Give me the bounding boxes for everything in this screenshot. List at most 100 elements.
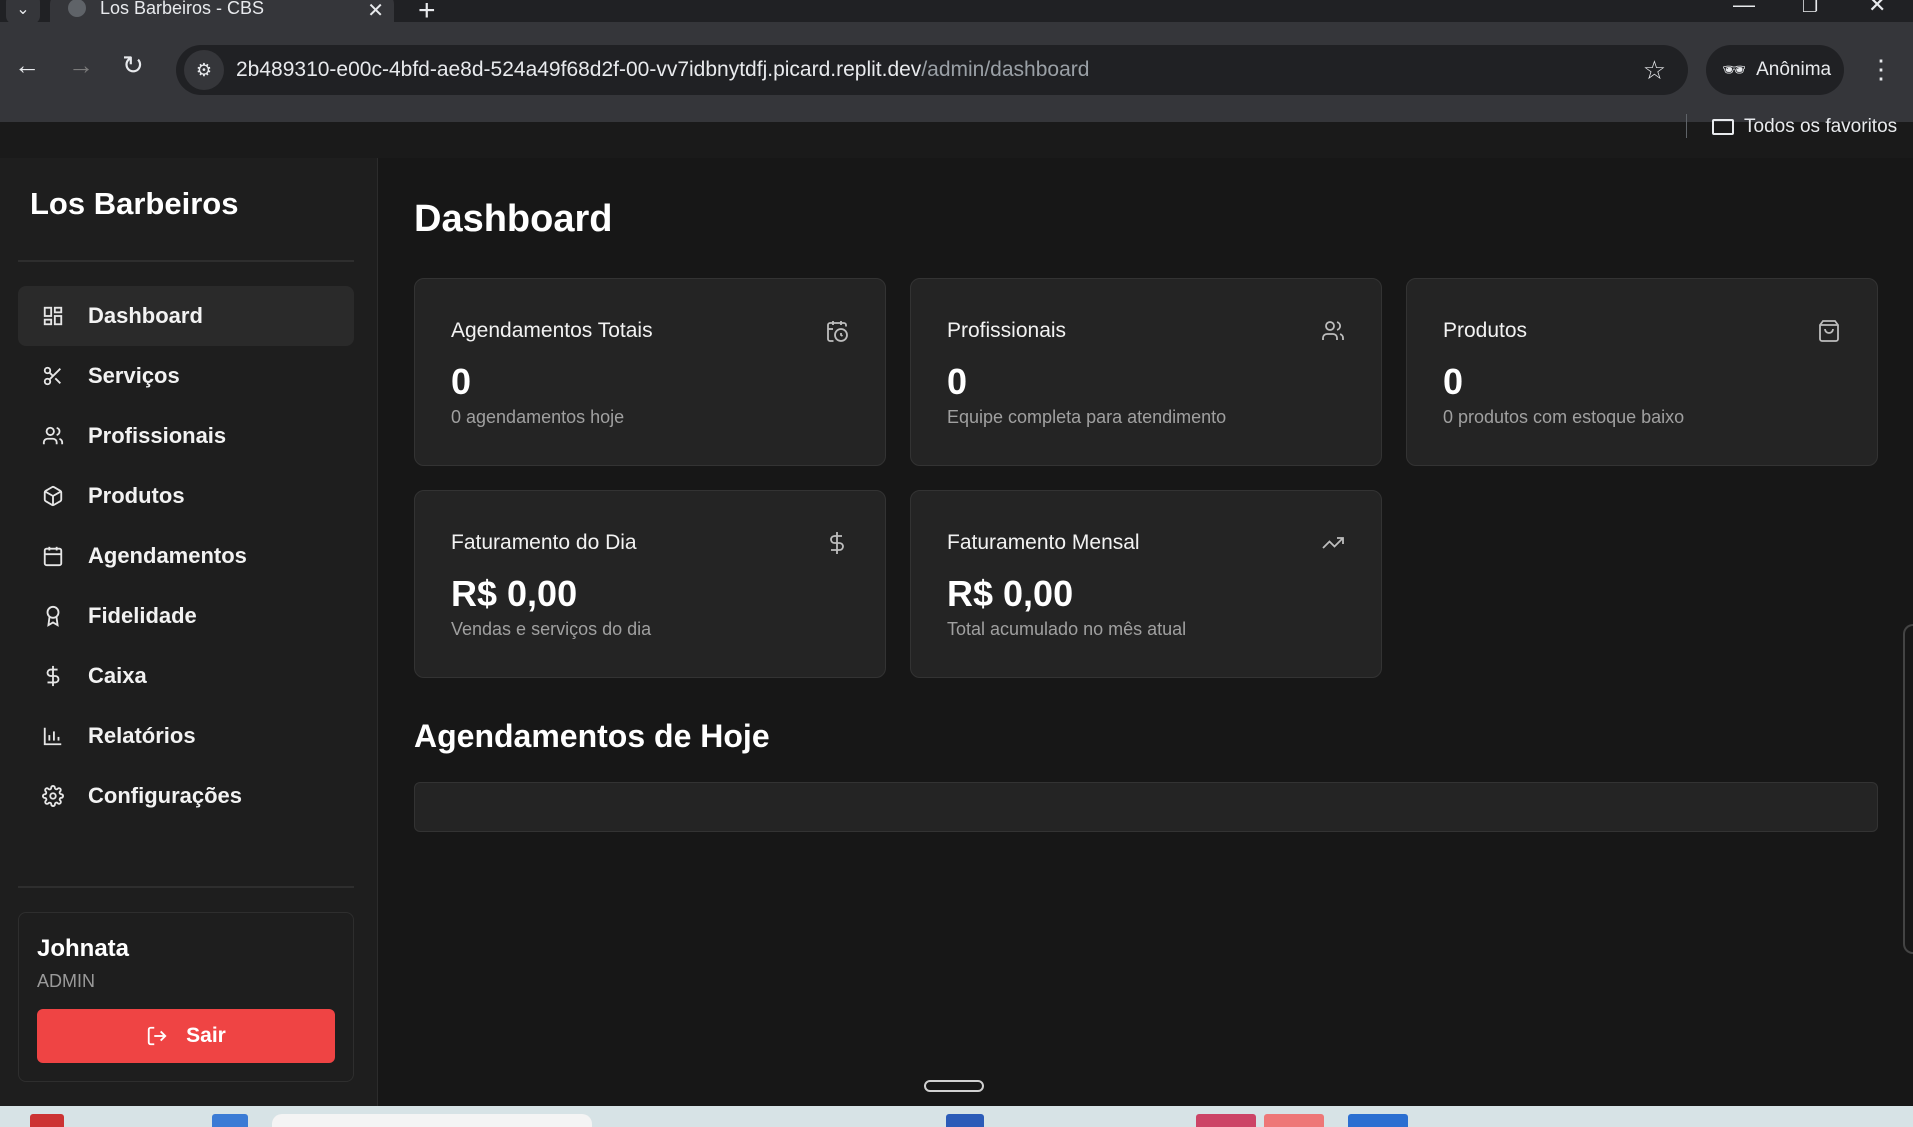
card-subtitle: Equipe completa para atendimento bbox=[947, 407, 1227, 427]
taskbar-app-icon[interactable] bbox=[1348, 1114, 1408, 1127]
profile-label: Anônima bbox=[1756, 59, 1832, 80]
sidebar-item-servicos[interactable]: Serviços bbox=[18, 346, 354, 406]
taskbar-app-icon[interactable] bbox=[1196, 1114, 1256, 1127]
minimize-icon[interactable]: — bbox=[1733, 0, 1755, 18]
close-window-icon[interactable]: ✕ bbox=[1868, 0, 1886, 18]
sidebar-item-label: Dashboard bbox=[88, 303, 203, 328]
sidebar-item-produtos[interactable]: Produtos bbox=[18, 466, 354, 526]
sidebar-item-label: Agendamentos bbox=[88, 543, 247, 568]
card-title: Faturamento do Dia bbox=[451, 531, 637, 554]
card-value: 0 bbox=[1443, 361, 1464, 402]
sidebar-item-relatorios[interactable]: Relatórios bbox=[18, 706, 354, 766]
back-arrow-icon[interactable]: ← bbox=[14, 50, 40, 81]
sidebar-item-configuracoes[interactable]: Configurações bbox=[18, 766, 354, 826]
users-icon bbox=[42, 425, 64, 447]
users-icon bbox=[1321, 319, 1345, 343]
card-title: Profissionais bbox=[947, 319, 1067, 342]
card-subtitle: 0 agendamentos hoje bbox=[451, 407, 625, 427]
stat-card-profissionais: Profissionais 0 Equipe completa para ate… bbox=[910, 278, 1382, 466]
bookmark-separator bbox=[1686, 114, 1687, 138]
sidebar-item-label: Relatórios bbox=[88, 723, 196, 748]
shopping-bag-icon bbox=[1817, 319, 1841, 343]
sidebar-divider bbox=[18, 260, 354, 262]
award-icon bbox=[42, 605, 64, 627]
browser-tabstrip: ⌄ Los Barbeiros - CBS ✕ + — ❐ ✕ bbox=[0, 0, 1913, 27]
card-title: Produtos bbox=[1443, 319, 1528, 342]
user-card: Johnata ADMIN Sair bbox=[18, 912, 354, 1082]
taskbar-app-icon[interactable] bbox=[1264, 1114, 1324, 1127]
stat-card-produtos: Produtos 0 0 produtos com estoque baixo bbox=[1406, 278, 1878, 466]
scrollbar[interactable] bbox=[1903, 624, 1913, 954]
dashboard-grid-icon bbox=[42, 305, 64, 327]
sidebar-item-agendamentos[interactable]: Agendamentos bbox=[18, 526, 354, 586]
package-icon bbox=[42, 485, 64, 507]
sidebar-divider bbox=[18, 886, 354, 888]
todays-appointments-list bbox=[414, 782, 1878, 832]
sidebar-item-label: Caixa bbox=[88, 663, 147, 688]
address-bar[interactable]: ⚙ 2b489310-e00c-4bfd-ae8d-524a49f68d2f-0… bbox=[176, 45, 1688, 95]
card-title: Faturamento Mensal bbox=[947, 531, 1140, 554]
incognito-profile-button[interactable]: 🕶 Anônima bbox=[1706, 45, 1844, 95]
browser-toolbar: ← → ↻ ⚙ 2b489310-e00c-4bfd-ae8d-524a49f6… bbox=[0, 22, 1913, 138]
scissors-icon bbox=[42, 365, 64, 387]
logout-icon bbox=[147, 1026, 167, 1046]
taskbar-app-icon[interactable] bbox=[946, 1114, 984, 1127]
sidebar-item-profissionais[interactable]: Profissionais bbox=[18, 406, 354, 466]
dollar-icon bbox=[825, 531, 849, 555]
folder-icon bbox=[1712, 119, 1734, 135]
sidebar-nav: Dashboard Serviços Profissionais Produto… bbox=[18, 286, 354, 826]
section-title: Agendamentos de Hoje bbox=[414, 718, 770, 754]
sidebar: Los Barbeiros Dashboard Serviços Profiss… bbox=[0, 158, 378, 1106]
trending-up-icon bbox=[1321, 531, 1345, 555]
address-url: 2b489310-e00c-4bfd-ae8d-524a49f68d2f-00-… bbox=[236, 58, 1090, 81]
dollar-icon bbox=[42, 665, 64, 687]
reload-icon[interactable]: ↻ bbox=[122, 50, 144, 81]
taskbar-search[interactable] bbox=[272, 1114, 592, 1127]
taskbar-app-icon[interactable] bbox=[212, 1114, 248, 1127]
user-name: Johnata bbox=[37, 935, 130, 962]
card-title: Agendamentos Totais bbox=[451, 319, 653, 342]
scroll-indicator bbox=[924, 1080, 984, 1092]
user-role: ADMIN bbox=[37, 971, 95, 991]
sidebar-item-label: Serviços bbox=[88, 363, 180, 388]
logout-button[interactable]: Sair bbox=[37, 1009, 335, 1063]
close-tab-icon[interactable]: ✕ bbox=[367, 0, 384, 23]
tab-favicon-icon bbox=[68, 0, 86, 17]
browser-tab[interactable]: Los Barbeiros - CBS ✕ bbox=[50, 0, 394, 22]
os-taskbar bbox=[0, 1106, 1913, 1127]
sidebar-item-dashboard[interactable]: Dashboard bbox=[18, 286, 354, 346]
calendar-icon bbox=[42, 545, 64, 567]
card-value: 0 bbox=[451, 361, 472, 402]
incognito-icon: 🕶 bbox=[1722, 60, 1747, 81]
card-value: 0 bbox=[947, 361, 968, 402]
card-subtitle: 0 produtos com estoque baixo bbox=[1443, 407, 1685, 427]
sidebar-item-label: Configurações bbox=[88, 783, 243, 808]
sidebar-item-caixa[interactable]: Caixa bbox=[18, 646, 354, 706]
sidebar-item-fidelidade[interactable]: Fidelidade bbox=[18, 586, 354, 646]
logout-label: Sair bbox=[186, 1024, 226, 1047]
bookmark-star-icon[interactable]: ☆ bbox=[1643, 55, 1666, 86]
card-subtitle: Vendas e serviços do dia bbox=[451, 619, 652, 639]
tab-search-chevron-icon[interactable]: ⌄ bbox=[6, 0, 40, 24]
browser-menu-icon[interactable]: ⋮ bbox=[1868, 54, 1894, 85]
bookmarks-label: Todos os favoritos bbox=[1744, 116, 1898, 137]
card-value: R$ 0,00 bbox=[947, 573, 1074, 614]
card-value: R$ 0,00 bbox=[451, 573, 578, 614]
bar-chart-icon bbox=[42, 725, 64, 747]
sidebar-item-label: Fidelidade bbox=[88, 603, 197, 628]
stat-card-agendamentos: Agendamentos Totais 0 0 agendamentos hoj… bbox=[414, 278, 886, 466]
settings-icon bbox=[42, 785, 64, 807]
taskbar-app-icon[interactable] bbox=[30, 1114, 64, 1127]
stat-card-faturamento-mensal: Faturamento Mensal R$ 0,00 Total acumula… bbox=[910, 490, 1382, 678]
site-info-icon[interactable]: ⚙ bbox=[184, 50, 224, 90]
all-bookmarks-button[interactable]: Todos os favoritos bbox=[1712, 116, 1897, 138]
page-title: Dashboard bbox=[414, 198, 613, 240]
forward-arrow-icon[interactable]: → bbox=[68, 50, 94, 81]
restore-icon[interactable]: ❐ bbox=[1802, 0, 1818, 17]
brand-title: Los Barbeiros bbox=[30, 186, 239, 221]
stat-card-faturamento-dia: Faturamento do Dia R$ 0,00 Vendas e serv… bbox=[414, 490, 886, 678]
sidebar-item-label: Produtos bbox=[88, 483, 185, 508]
tab-title: Los Barbeiros - CBS bbox=[100, 0, 265, 18]
sidebar-item-label: Profissionais bbox=[88, 423, 227, 448]
main-content: Dashboard Agendamentos Totais 0 0 agenda… bbox=[378, 158, 1913, 1106]
